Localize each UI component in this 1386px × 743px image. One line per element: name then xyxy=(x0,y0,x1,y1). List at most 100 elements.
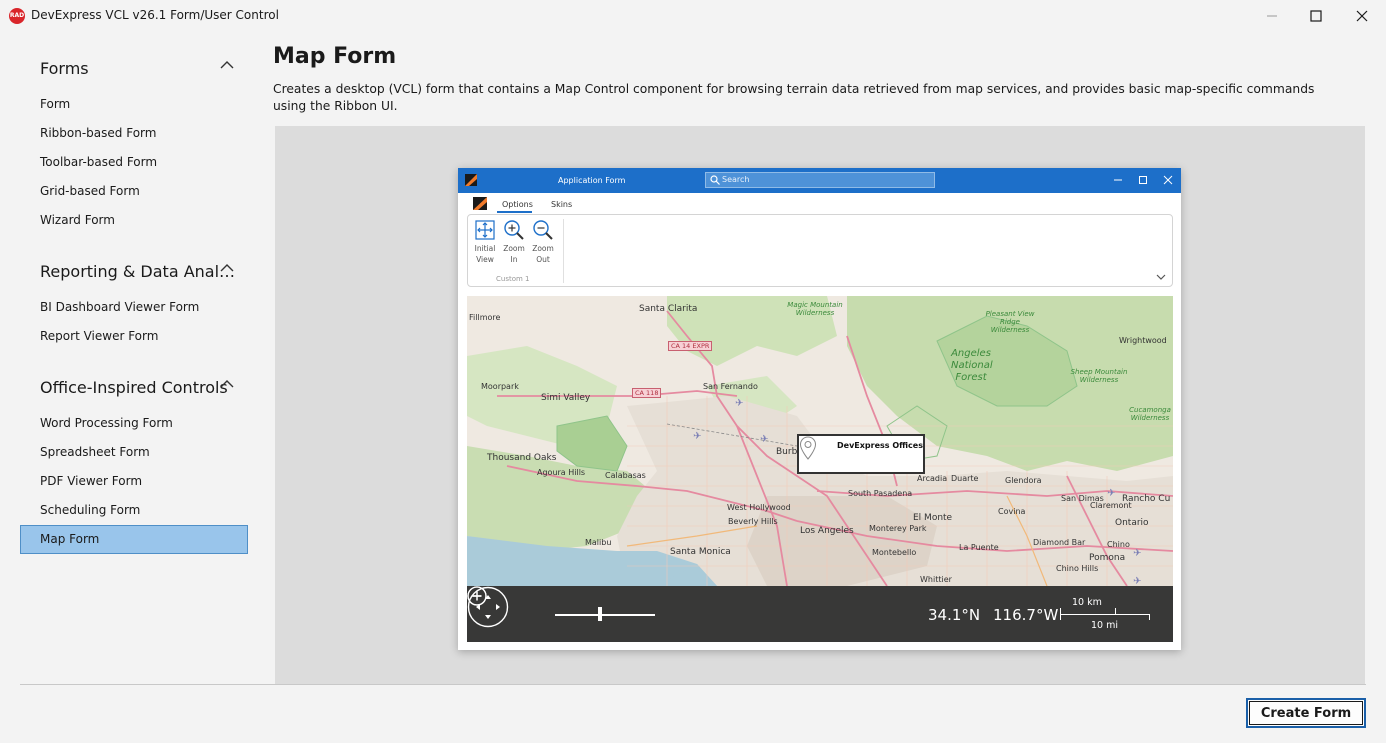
group-title: Reporting & Data Anal… xyxy=(40,262,236,281)
map-label: San Fernando xyxy=(703,382,758,391)
maximize-icon[interactable] xyxy=(1137,174,1149,186)
search-icon xyxy=(710,175,720,185)
close-icon[interactable] xyxy=(1162,174,1174,186)
map-label: Pomona xyxy=(1089,553,1126,563)
svg-text:✈: ✈ xyxy=(693,431,701,442)
map-label: Sheep Mountain Wilderness xyxy=(1070,368,1128,384)
scale-km-label: 10 km xyxy=(1072,597,1102,608)
group-header-office[interactable]: Office-Inspired Controls xyxy=(20,363,248,409)
chevron-down-icon[interactable] xyxy=(1156,273,1166,281)
minimize-icon[interactable] xyxy=(1112,174,1124,186)
map-label: Monterey Park xyxy=(869,524,927,533)
nav-item-word-processing[interactable]: Word Processing Form xyxy=(20,409,248,438)
map-label: Fillmore xyxy=(469,313,501,322)
nav-item-bi-dashboard[interactable]: BI Dashboard Viewer Form xyxy=(20,293,248,322)
maximize-icon xyxy=(1310,9,1322,22)
zoom-slider-track[interactable] xyxy=(555,614,655,616)
nav-item-map-form[interactable]: Map Form xyxy=(20,525,248,554)
active-tab-indicator xyxy=(497,211,532,213)
preview-title-bar: Application Form Search xyxy=(458,168,1181,193)
tab-options[interactable]: Options xyxy=(502,200,533,209)
group-header-forms[interactable]: Forms xyxy=(20,44,248,90)
svg-text:✈: ✈ xyxy=(735,398,743,409)
chevron-up-icon[interactable] xyxy=(220,263,234,273)
group-header-reporting[interactable]: Reporting & Data Anal… xyxy=(20,247,248,293)
map-label: Santa Clarita xyxy=(639,304,698,314)
preview-panel: Application Form Search Options Skins In… xyxy=(275,126,1365,684)
nav-item-wizard-form[interactable]: Wizard Form xyxy=(20,206,248,235)
zoom-in-icon[interactable] xyxy=(467,586,487,606)
highway-shield: CA 118 xyxy=(632,388,662,398)
preview-app-window: Application Form Search Options Skins In… xyxy=(458,168,1181,650)
scale-tick xyxy=(1149,614,1150,620)
maximize-button[interactable] xyxy=(1293,0,1339,31)
page-description: Creates a desktop (VCL) form that contai… xyxy=(273,82,1315,113)
svg-text:✈: ✈ xyxy=(1107,488,1115,499)
scale-mi-label: 10 mi xyxy=(1091,620,1119,631)
nav-item-report-viewer[interactable]: Report Viewer Form xyxy=(20,322,248,351)
search-placeholder: Search xyxy=(722,175,750,184)
preview-ribbon: Initial View Zoom In Zoom Out Custom 1 xyxy=(467,214,1173,287)
ribbon-label: Zoom xyxy=(532,244,554,253)
zoom-out-button[interactable]: Zoom Out xyxy=(529,219,557,265)
chevron-up-icon[interactable] xyxy=(220,379,234,389)
map-label: Cucamonga Wilderness xyxy=(1129,406,1171,422)
preview-search-input[interactable]: Search xyxy=(705,172,935,188)
zoom-slider-thumb[interactable] xyxy=(598,607,602,621)
map-label: Moorpark xyxy=(481,382,519,391)
map-label: Chino xyxy=(1107,540,1130,549)
window-title: DevExpress VCL v26.1 Form/User Control xyxy=(31,8,279,22)
zoom-in-icon xyxy=(504,220,524,240)
content-header: Map Form Creates a desktop (VCL) form th… xyxy=(273,44,1365,115)
title-bar: RAD DevExpress VCL v26.1 Form/User Contr… xyxy=(0,0,1386,31)
longitude-readout: 116.7°W xyxy=(993,606,1059,624)
map-navigation-panel: 34.1°N 116.7°W 10 km 10 mi xyxy=(467,586,1173,642)
chevron-up-icon[interactable] xyxy=(220,60,234,70)
nav-item-ribbon-form[interactable]: Ribbon-based Form xyxy=(20,119,248,148)
map-label: Covina xyxy=(998,507,1026,516)
map-label: Whittier xyxy=(920,575,952,584)
map-label: Malibu xyxy=(585,538,612,547)
nav-item-scheduling[interactable]: Scheduling Form xyxy=(20,496,248,525)
minimize-icon xyxy=(1267,15,1277,16)
minimize-button[interactable] xyxy=(1249,0,1295,31)
map-label: Duarte xyxy=(951,474,979,483)
group-title: Office-Inspired Controls xyxy=(40,378,228,397)
close-button[interactable] xyxy=(1339,0,1385,31)
map-label: Claremont xyxy=(1090,501,1132,510)
map-label: Wrightwood xyxy=(1119,336,1167,345)
page-title: Map Form xyxy=(273,44,397,69)
template-nav: Forms Form Ribbon-based Form Toolbar-bas… xyxy=(20,44,248,554)
create-form-button[interactable]: Create Form xyxy=(1246,698,1366,728)
map-label: Montebello xyxy=(872,548,917,557)
ribbon-group-separator xyxy=(563,219,564,283)
preview-ribbon-tabs: Options Skins xyxy=(458,193,1181,213)
app-icon: RAD xyxy=(9,8,25,24)
initial-view-icon xyxy=(475,220,495,240)
map-label: Diamond Bar xyxy=(1033,538,1086,547)
nav-item-grid-form[interactable]: Grid-based Form xyxy=(20,177,248,206)
map-label: El Monte xyxy=(913,513,953,523)
nav-item-toolbar-form[interactable]: Toolbar-based Form xyxy=(20,148,248,177)
scale-bar xyxy=(1060,614,1150,615)
map-label: Angeles National Forest xyxy=(951,348,993,383)
preview-app-title: Application Form xyxy=(558,176,626,185)
svg-text:✈: ✈ xyxy=(1133,548,1141,559)
map-callout[interactable]: DevExpress Offices xyxy=(797,434,925,474)
zoom-in-button[interactable]: Zoom In xyxy=(500,219,528,265)
nav-item-pdf-viewer[interactable]: PDF Viewer Form xyxy=(20,467,248,496)
ribbon-label: View xyxy=(476,255,494,264)
tab-skins[interactable]: Skins xyxy=(551,200,572,209)
initial-view-button[interactable]: Initial View xyxy=(471,219,499,265)
map-label: La Puente xyxy=(959,543,999,552)
nav-item-spreadsheet[interactable]: Spreadsheet Form xyxy=(20,438,248,467)
latitude-readout: 34.1°N xyxy=(928,606,981,624)
file-menu-icon[interactable] xyxy=(473,197,487,210)
app-logo-icon xyxy=(465,174,477,186)
map-control[interactable]: ✈ ✈ ✈ ✈ ✈ ✈ Fillmore Santa Clarita Magic… xyxy=(467,296,1173,642)
map-label: Magic Mountain Wilderness xyxy=(787,301,843,317)
map-label: Agoura Hills xyxy=(537,468,586,477)
map-pin-icon xyxy=(799,436,817,460)
scale-tick xyxy=(1115,608,1116,614)
nav-item-form[interactable]: Form xyxy=(20,90,248,119)
